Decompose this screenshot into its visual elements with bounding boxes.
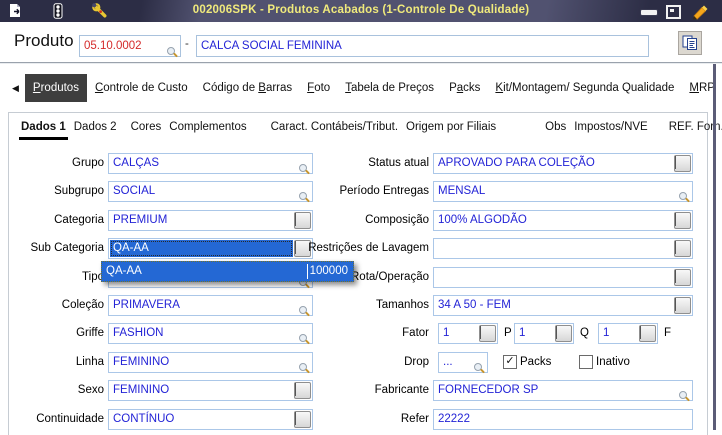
- subtab-dados-2[interactable]: Dados 2: [72, 121, 119, 137]
- subtab-cores[interactable]: Cores: [129, 121, 164, 137]
- linha-label: Linha: [75, 356, 104, 368]
- titlebar: 002006SPK - Produtos Acabados (1-Control…: [0, 0, 722, 22]
- drop-label: Drop: [404, 356, 429, 368]
- chevron-down-icon[interactable]: [674, 155, 691, 172]
- tab-tabela-de-pre-os[interactable]: Tabela de Preços: [345, 82, 434, 94]
- tab-c-digo-de-barras[interactable]: Código de Barras: [203, 82, 293, 94]
- edit-pencil-icon[interactable]: [690, 2, 708, 20]
- copy-icon: [682, 35, 697, 50]
- chevron-down-icon[interactable]: [674, 240, 691, 257]
- restricoes-lavagem-label: Restrições de Lavagem: [308, 242, 429, 254]
- minimize-button[interactable]: [640, 9, 658, 16]
- product-code-value: 05.10.0002: [84, 40, 142, 52]
- lookup-magnifier-icon[interactable]: [679, 192, 690, 203]
- subtab-caract-cont-beis-tribut[interactable]: Caract. Contábeis/Tribut.: [269, 121, 400, 137]
- grupo-label: Grupo: [72, 157, 104, 169]
- window-title: 002006SPK - Produtos Acabados (1-Control…: [192, 4, 530, 16]
- status-atual-label: Status atual: [368, 157, 429, 169]
- subtab-dados-1[interactable]: Dados 1: [19, 121, 68, 140]
- tab-packs[interactable]: Packs: [449, 82, 480, 94]
- chevron-down-icon[interactable]: [479, 325, 496, 342]
- subtab-obs[interactable]: Obs: [543, 121, 568, 137]
- fator-f-suffix: F: [664, 327, 672, 339]
- periodo-entregas-label: Período Entregas: [339, 185, 429, 197]
- dropdown-item[interactable]: QA-AA: [106, 262, 142, 281]
- app-window: 002006SPK - Produtos Acabados (1-Control…: [0, 0, 722, 435]
- product-label: Produto: [14, 31, 74, 50]
- subtab-origem-por-filiais[interactable]: Origem por Filiais: [404, 121, 498, 137]
- lookup-magnifier-icon[interactable]: [167, 47, 178, 58]
- lookup-magnifier-icon[interactable]: [679, 391, 690, 402]
- chevron-down-icon[interactable]: [555, 325, 572, 342]
- chevron-down-icon[interactable]: [639, 325, 656, 342]
- product-name-input[interactable]: CALCA SOCIAL FEMININA: [196, 35, 649, 57]
- sub-categoria-dropdown-list[interactable]: QA-AA 100000: [101, 261, 354, 282]
- periodo-entregas-value: MENSAL: [438, 185, 486, 197]
- tipo-label: Tipo: [82, 271, 104, 283]
- categoria-label: Categoria: [54, 214, 104, 226]
- composicao-combo[interactable]: 100% ALGODÃO: [433, 210, 693, 231]
- tab-controle-de-custo[interactable]: Controle de Custo: [95, 82, 188, 94]
- fator-q-combo[interactable]: 1: [514, 323, 574, 344]
- chevron-down-icon[interactable]: [674, 297, 691, 314]
- tamanhos-label: Tamanhos: [375, 299, 429, 311]
- tab-mrp[interactable]: MRP: [689, 82, 715, 94]
- chevron-down-icon[interactable]: [674, 269, 691, 286]
- fator-f-value: 1: [603, 327, 610, 339]
- refer-label: Refer: [400, 413, 429, 425]
- tab-scroll-left-icon[interactable]: ◀: [12, 83, 19, 94]
- fator-p-combo[interactable]: 1: [438, 323, 498, 344]
- produtos-tab-page: Dados 1 Dados 2 Cores Complementos Caract. C…: [8, 112, 722, 435]
- tamanhos-combo[interactable]: 34 A 50 - FEM: [433, 295, 693, 316]
- refer-input[interactable]: 22222: [433, 409, 693, 430]
- packs-checkbox[interactable]: ✓: [503, 355, 517, 369]
- restricoes-lavagem-combo[interactable]: [433, 238, 693, 259]
- tab-kit-montagem-segunda-qualidade[interactable]: Kit/Montagem/ Segunda Qualidade: [495, 82, 674, 94]
- separator-dash: -: [185, 38, 189, 50]
- fabricante-label: Fabricante: [374, 384, 429, 396]
- fabricante-value: FORNECEDOR SP: [438, 384, 539, 396]
- griffe-label: Griffe: [76, 327, 104, 339]
- sexo-label: Sexo: [77, 384, 104, 396]
- fator-p-value: 1: [443, 327, 450, 339]
- fator-q-suffix: Q: [580, 327, 589, 339]
- drop-input[interactable]: ...: [438, 352, 488, 373]
- product-header: Produto 05.10.0002 - CALCA SOCIAL FEMINI…: [0, 22, 722, 62]
- subtab-impostos-nve[interactable]: Impostos/NVE: [572, 121, 650, 137]
- periodo-entregas-input[interactable]: MENSAL: [433, 181, 693, 202]
- inativo-checkbox-label: Inativo: [596, 356, 630, 368]
- colecao-label: Coleção: [61, 299, 104, 311]
- continuidade-label: Continuidade: [36, 413, 104, 425]
- fator-label: Fator: [402, 327, 429, 339]
- tab-produtos[interactable]: Produtos: [24, 74, 87, 102]
- dropdown-item-code: 100000: [306, 264, 348, 279]
- main-tabstrip: ◀ Produtos Controle de Custo Código de Bar…: [8, 72, 715, 104]
- product-name-value: CALCA SOCIAL FEMININA: [201, 40, 342, 52]
- status-atual-value: APROVADO PARA COLEÇÃO: [438, 157, 595, 169]
- copy-product-button[interactable]: [678, 31, 702, 55]
- sub-tabstrip: Dados 1 Dados 2 Cores Complementos Caract. C…: [19, 121, 722, 140]
- lookup-magnifier-icon[interactable]: [474, 363, 485, 374]
- composicao-label: Composição: [365, 214, 429, 226]
- status-atual-combo[interactable]: APROVADO PARA COLEÇÃO: [433, 153, 693, 174]
- rota-operacao-combo[interactable]: [433, 267, 693, 288]
- packs-checkbox-label: Packs: [520, 356, 552, 368]
- product-code-input[interactable]: 05.10.0002: [79, 35, 181, 57]
- fabricante-input[interactable]: FORNECEDOR SP: [433, 380, 693, 401]
- maximize-button[interactable]: [666, 5, 681, 19]
- subgrupo-label: Subgrupo: [54, 185, 104, 197]
- tamanhos-value: 34 A 50 - FEM: [438, 299, 511, 311]
- fator-p-suffix: P: [504, 327, 512, 339]
- inativo-checkbox[interactable]: [579, 355, 593, 369]
- chevron-down-icon[interactable]: [674, 212, 691, 229]
- sub-categoria-label: Sub Categoria: [30, 242, 104, 254]
- fator-q-value: 1: [519, 327, 526, 339]
- window-right-edge: [713, 64, 716, 430]
- refer-value: 22222: [438, 413, 470, 425]
- divider-highlight: [0, 63, 722, 64]
- composicao-value: 100% ALGODÃO: [438, 214, 527, 226]
- subtab-complementos[interactable]: Complementos: [167, 121, 248, 137]
- fator-f-combo[interactable]: 1: [598, 323, 658, 344]
- tab-foto[interactable]: Foto: [307, 82, 330, 94]
